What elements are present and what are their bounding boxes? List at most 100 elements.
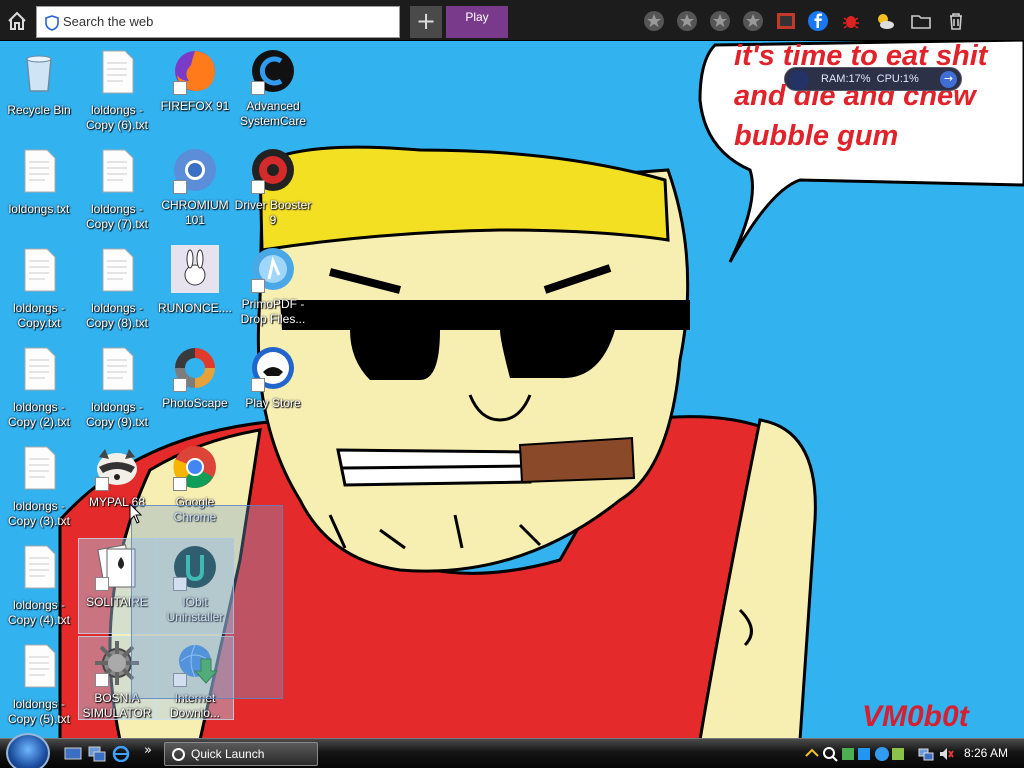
chevron-up-icon[interactable] — [804, 746, 820, 762]
shield-icon — [45, 15, 59, 31]
text-file-icon — [24, 347, 56, 391]
chevron-right-icon[interactable]: » — [144, 743, 152, 758]
trash-icon[interactable] — [945, 10, 967, 32]
desktop-icon-driver-booster[interactable]: Driver Booster 9 — [234, 146, 312, 228]
text-file-icon — [24, 545, 56, 589]
text-file-icon — [102, 50, 134, 94]
desktop-icon-play-store[interactable]: Play Store — [234, 344, 312, 411]
icon-label: PrimoPDF - Drop Files... — [240, 297, 306, 326]
desktop-icon-text-file[interactable]: loldongs - Copy (2).txt — [0, 344, 78, 430]
desktop-icon-text-file[interactable]: loldongs.txt — [0, 146, 78, 217]
recycle-bin-icon — [26, 55, 52, 92]
iobit-icon[interactable] — [874, 746, 890, 762]
desktop-icon-chromium[interactable]: CHROMIUM 101 — [156, 146, 234, 228]
desktop-icon-text-file[interactable]: loldongs - Copy (6).txt — [78, 47, 156, 133]
home-icon[interactable] — [6, 10, 28, 32]
icon-label: loldongs - Copy (9).txt — [85, 400, 148, 429]
chromium-icon — [171, 146, 219, 194]
primopdf-icon — [249, 245, 297, 293]
wallpaper-signature: VM0b0t — [862, 700, 969, 733]
speech-bubble-text: it's time to eat shit and die and chew b… — [734, 36, 1024, 156]
desktop-icon-advanced-systemcare[interactable]: Advanced SystemCare — [234, 47, 312, 129]
desktop-icon-text-file[interactable]: loldongs - Copy (8).txt — [78, 245, 156, 331]
desktop-icon-text-file[interactable]: loldongs - Copy.txt — [0, 245, 78, 331]
chrome-icon — [171, 443, 219, 491]
desktop-icon-primopdf[interactable]: PrimoPDF - Drop Files... — [234, 245, 312, 327]
show-desktop-icon[interactable] — [64, 746, 82, 762]
game-icon[interactable] — [775, 10, 797, 32]
app-icon[interactable] — [840, 746, 856, 762]
shortcut-arrow-icon — [95, 477, 109, 491]
taskbar: » Quick Launch 8:26 AM — [0, 733, 1024, 768]
icon-label: loldongs - Copy (4).txt — [7, 598, 70, 627]
icon-label: loldongs - Copy (6).txt — [85, 103, 148, 132]
photoscape-icon — [171, 344, 219, 392]
raccoon-icon — [93, 443, 141, 491]
search-icon[interactable] — [822, 746, 838, 762]
weather-icon[interactable] — [874, 10, 896, 32]
icon-label: loldongs - Copy.txt — [12, 301, 66, 330]
quick-launch-label: Quick Launch — [191, 747, 265, 761]
desktop-icon-mypal[interactable]: MYPAL 68 — [78, 443, 156, 510]
clock[interactable]: 8:26 AM — [964, 746, 1008, 760]
facebook-icon[interactable] — [807, 10, 829, 32]
shortcut-arrow-icon — [251, 180, 265, 194]
bug-icon[interactable] — [840, 10, 862, 32]
text-file-icon — [102, 248, 134, 292]
switch-windows-icon[interactable] — [88, 746, 106, 762]
desktop-icon-text-file[interactable]: loldongs - Copy (4).txt — [0, 542, 78, 628]
start-button[interactable] — [6, 733, 50, 768]
quick-launch-button[interactable]: Quick Launch — [164, 742, 318, 766]
search-icon — [172, 748, 185, 761]
star-icon[interactable] — [709, 10, 731, 32]
cpu-usage: CPU:1% — [876, 73, 919, 85]
desktop-icon-runonce[interactable]: RUNONCE.... — [156, 245, 234, 316]
search-box[interactable] — [36, 6, 400, 38]
icon-label: loldongs - Copy (2).txt — [7, 400, 70, 429]
driver-booster-icon — [249, 146, 297, 194]
desktop-icon-text-file[interactable]: loldongs - Copy (9).txt — [78, 344, 156, 430]
icon-label: Play Store — [245, 396, 301, 410]
icon-label: FIREFOX 91 — [160, 99, 230, 113]
icon-label: loldongs - Copy (8).txt — [85, 301, 148, 330]
text-file-icon — [24, 248, 56, 292]
star-icon[interactable] — [742, 10, 764, 32]
desktop-icon-text-file[interactable]: loldongs - Copy (5).txt — [0, 641, 78, 727]
rabbit-icon — [171, 245, 219, 293]
icon-label: Recycle Bin — [7, 103, 71, 117]
internet-explorer-icon[interactable] — [112, 746, 130, 762]
text-file-icon — [102, 347, 134, 391]
star-icon[interactable] — [643, 10, 665, 32]
shortcut-arrow-icon — [95, 673, 109, 687]
shortcut-arrow-icon — [251, 279, 265, 293]
search-input[interactable] — [63, 14, 383, 29]
desktop-icon-photoscape[interactable]: PhotoScape — [156, 344, 234, 411]
desktop-icon-text-file[interactable]: loldongs - Copy (7).txt — [78, 146, 156, 232]
resource-monitor[interactable]: RAM:17% CPU:1% → — [784, 67, 962, 91]
icon-label: loldongs - Copy (3).txt — [7, 499, 70, 528]
play-store-icon — [249, 344, 297, 392]
arrow-right-icon[interactable]: → — [940, 71, 957, 88]
text-file-icon — [24, 149, 56, 193]
ram-usage: RAM:17% — [821, 73, 871, 85]
play-button[interactable]: Play — [446, 6, 508, 38]
volume-muted-icon[interactable] — [938, 746, 954, 762]
app-icon[interactable] — [856, 746, 872, 762]
shortcut-arrow-icon — [173, 180, 187, 194]
shortcut-arrow-icon — [251, 378, 265, 392]
new-tab-button[interactable]: + — [410, 6, 442, 38]
folder-icon[interactable] — [910, 10, 932, 32]
selection-rectangle — [131, 505, 283, 699]
advanced-systemcare-icon — [249, 47, 297, 95]
star-icon[interactable] — [676, 10, 698, 32]
top-toolbar: + Play — [0, 0, 1024, 41]
desktop-icon-firefox[interactable]: FIREFOX 91 — [156, 47, 234, 114]
icon-label: RUNONCE.... — [157, 301, 232, 315]
desktop-icon-recycle-bin[interactable]: Recycle Bin — [0, 47, 78, 118]
app-icon[interactable] — [890, 746, 906, 762]
icon-label: loldongs.txt — [8, 202, 70, 216]
mouse-cursor-icon — [129, 503, 143, 524]
desktop-icon-text-file[interactable]: loldongs - Copy (3).txt — [0, 443, 78, 529]
network-icon[interactable] — [918, 746, 934, 762]
icon-label: Driver Booster 9 — [234, 198, 312, 227]
